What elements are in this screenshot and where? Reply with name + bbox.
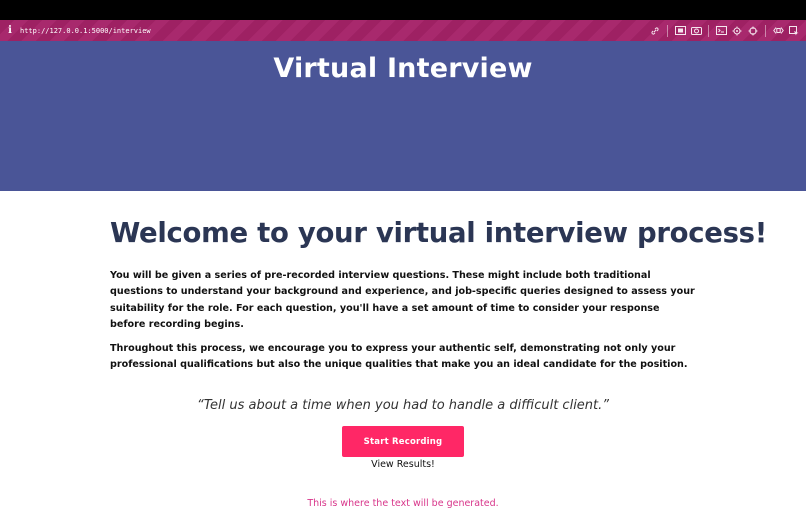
camera-icon[interactable] xyxy=(688,24,704,38)
info-icon[interactable]: i xyxy=(0,25,20,36)
link-icon[interactable] xyxy=(647,24,663,38)
url-text[interactable]: http://127.0.0.1:5000/interview xyxy=(20,27,151,35)
generated-text-output: This is where the text will be generated… xyxy=(307,498,499,509)
start-recording-button[interactable]: Start Recording xyxy=(342,426,464,457)
hero-banner: Virtual Interview xyxy=(0,41,806,191)
intro-paragraph: You will be given a series of pre-record… xyxy=(110,270,695,330)
terminal-icon[interactable] xyxy=(713,24,729,38)
encouragement-paragraph: Throughout this process, we encourage yo… xyxy=(110,343,688,371)
window-top-bar xyxy=(0,0,806,20)
responsive-icon[interactable] xyxy=(770,24,786,38)
toolbar-separator xyxy=(708,24,709,37)
toolbar-separator xyxy=(667,24,668,37)
inspect-icon[interactable] xyxy=(786,24,802,38)
picture-in-picture-icon[interactable] xyxy=(672,24,688,38)
settings-icon[interactable] xyxy=(729,24,745,38)
crosshair-icon[interactable] xyxy=(745,24,761,38)
toolbar-separator xyxy=(765,24,766,37)
page-title: Virtual Interview xyxy=(273,53,533,84)
interview-question: “Tell us about a time when you had to ha… xyxy=(196,398,610,413)
view-results-link[interactable]: View Results! xyxy=(0,459,806,470)
toolbar xyxy=(647,20,806,41)
address-bar: i http://127.0.0.1:5000/interview xyxy=(0,20,806,41)
welcome-heading: Welcome to your virtual interview proces… xyxy=(110,217,767,249)
